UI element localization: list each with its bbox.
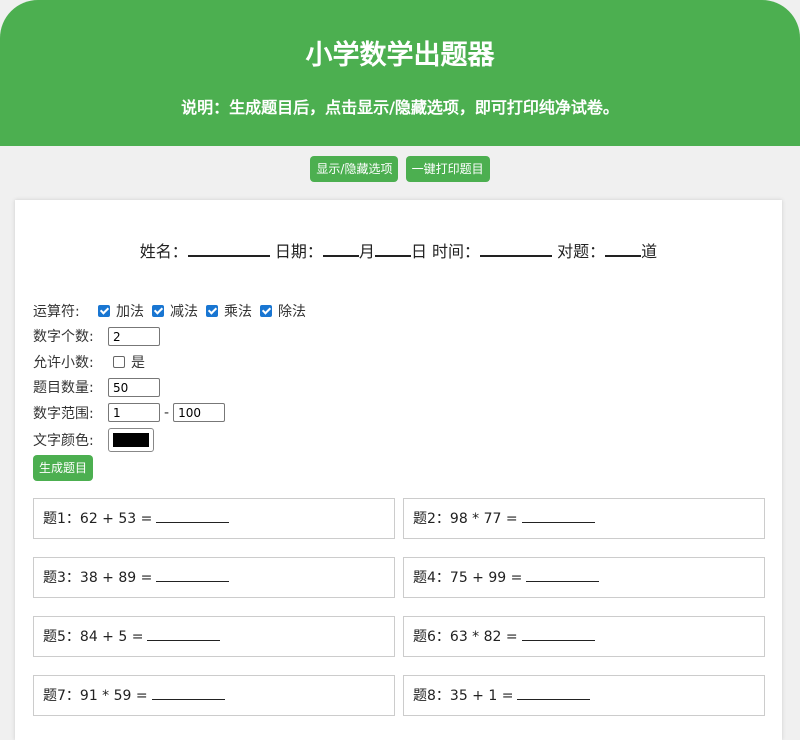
question-count-row: 题目数量: 50 — [33, 375, 314, 401]
division-label: 除法 — [278, 303, 306, 320]
question-item: 题4：75 + 99 = — [403, 557, 765, 598]
subtraction-label: 减法 — [170, 303, 198, 320]
question-number: 题5： — [43, 629, 80, 645]
page-subtitle: 说明：生成题目后，点击显示/隐藏选项，即可打印纯净试卷。 — [181, 98, 619, 117]
multiplication-label: 乘法 — [224, 303, 252, 320]
date-label: 日期： — [274, 242, 323, 261]
print-button[interactable]: 一键打印题目 — [405, 156, 490, 182]
name-label: 姓名： — [139, 242, 188, 261]
toolbar: 显示/隐藏选项 一键打印题目 — [0, 156, 800, 182]
answer-blank — [147, 628, 221, 641]
day-label: 日 — [410, 242, 427, 261]
question-expression: 63 * 82 = — [449, 629, 518, 645]
question-expression: 98 * 77 = — [449, 511, 518, 527]
name-blank — [187, 240, 270, 257]
question-expression: 35 + 1 = — [449, 688, 514, 704]
question-number: 题6： — [413, 629, 450, 645]
answer-blank — [521, 628, 595, 641]
header-banner: 小学数学出题器 说明：生成题目后，点击显示/隐藏选项，即可打印纯净试卷。 — [0, 0, 800, 146]
operator-label: 运算符: — [33, 303, 80, 320]
question-item: 题1：62 + 53 = — [33, 498, 395, 539]
decimal-checkbox[interactable] — [113, 355, 125, 368]
decimal-label: 允许小数: — [33, 354, 94, 371]
question-count-input[interactable]: 50 — [108, 377, 160, 397]
question-number: 题7： — [43, 688, 80, 704]
answer-blank — [151, 687, 225, 700]
question-number: 题4： — [413, 570, 450, 586]
correct-label: 对题： — [557, 242, 606, 261]
division-checkbox[interactable] — [260, 304, 272, 317]
range-separator: - — [164, 404, 170, 421]
num-count-row: 数字个数: 2 — [33, 324, 314, 350]
question-expression: 38 + 89 = — [79, 570, 153, 586]
answer-blank — [521, 510, 595, 523]
question-expression: 91 * 59 = — [79, 688, 148, 704]
question-item: 题3：38 + 89 = — [33, 557, 395, 598]
num-count-label: 数字个数: — [33, 329, 94, 346]
question-expression: 62 + 53 = — [79, 511, 153, 527]
worksheet: 姓名： 日期： 月 日 时间： 对题： 道 运算符: 加法 减法 乘法 除法 数字个数… — [15, 200, 782, 740]
question-number: 题3： — [43, 570, 80, 586]
page-title: 小学数学出题器 — [305, 40, 495, 71]
correct-blank — [605, 240, 642, 257]
color-row: 文字颜色: — [33, 426, 314, 454]
addition-label: 加法 — [116, 303, 144, 320]
question-expression: 84 + 5 = — [79, 629, 144, 645]
decimal-row: 允许小数: 是 — [33, 349, 314, 375]
answer-blank — [517, 687, 591, 700]
color-label: 文字颜色: — [33, 432, 94, 449]
decimal-option-label: 是 — [131, 354, 145, 371]
question-count-label: 题目数量: — [33, 380, 94, 397]
question-number: 题1： — [43, 511, 80, 527]
month-label: 月 — [358, 242, 375, 261]
answer-blank — [156, 569, 230, 582]
range-label: 数字范围: — [33, 405, 94, 422]
time-blank — [480, 240, 553, 257]
num-count-input[interactable]: 2 — [108, 326, 160, 346]
answer-blank — [156, 510, 230, 523]
student-info-line: 姓名： 日期： 月 日 时间： 对题： 道 — [15, 238, 782, 262]
day-blank — [374, 240, 411, 257]
toggle-options-button[interactable]: 显示/隐藏选项 — [310, 156, 399, 182]
operator-row: 运算符: 加法 减法 乘法 除法 — [33, 298, 314, 324]
color-swatch — [113, 432, 149, 447]
question-item: 题2：98 * 77 = — [403, 498, 765, 539]
range-max-input[interactable]: 100 — [173, 403, 226, 423]
subtraction-checkbox[interactable] — [152, 304, 164, 317]
question-item: 题6：63 * 82 = — [403, 616, 765, 657]
addition-checkbox[interactable] — [98, 304, 110, 317]
question-item: 题8：35 + 1 = — [403, 675, 765, 716]
question-number: 题2： — [413, 511, 450, 527]
range-min-input[interactable]: 1 — [108, 403, 160, 423]
question-number: 题8： — [413, 688, 450, 704]
range-row: 数字范围: 1 - 100 — [33, 400, 314, 426]
multiplication-checkbox[interactable] — [206, 304, 218, 317]
month-blank — [322, 240, 359, 257]
question-item: 题7：91 * 59 = — [33, 675, 395, 716]
answer-blank — [526, 569, 600, 582]
question-expression: 75 + 99 = — [449, 570, 523, 586]
count-unit: 道 — [641, 242, 658, 261]
question-item: 题5：84 + 5 = — [33, 616, 395, 657]
text-color-picker[interactable] — [108, 427, 154, 452]
generate-button[interactable]: 生成题目 — [33, 454, 94, 481]
options-panel: 运算符: 加法 减法 乘法 除法 数字个数: 2 允许小数: 是 题目数量: 5… — [33, 298, 314, 481]
time-label: 时间： — [432, 242, 481, 261]
